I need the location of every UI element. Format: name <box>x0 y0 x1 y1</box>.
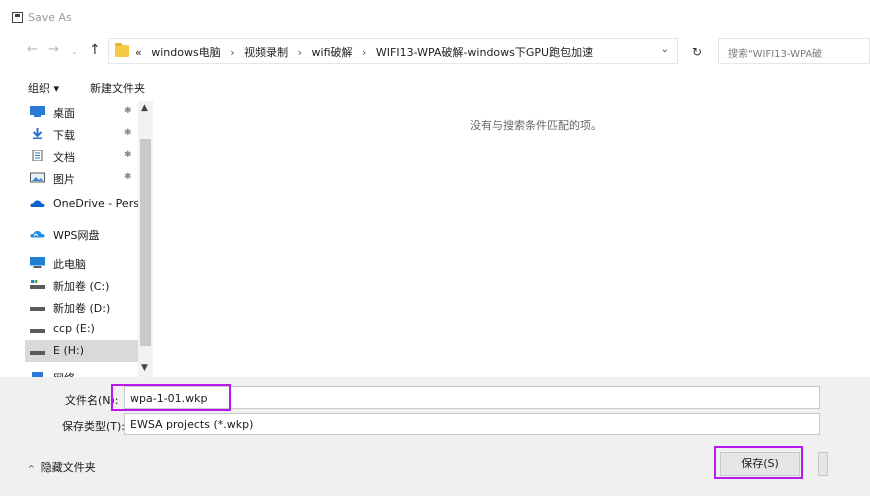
download-icon <box>32 128 43 139</box>
sidebar-item-network[interactable]: 网络 <box>25 366 138 377</box>
hide-folders-toggle[interactable]: ^ 隐藏文件夹 <box>28 459 96 475</box>
recent-locations-icon[interactable]: ⌄ <box>71 44 78 60</box>
command-toolbar: 组织 ▾ 新建文件夹 <box>0 74 870 100</box>
filetype-label: 保存类型(T): <box>62 420 126 433</box>
sidebar-item-wps-cloud[interactable]: WPS网盘 <box>25 223 138 245</box>
sidebar-item-onedrive[interactable]: OneDrive - Pers <box>25 193 139 215</box>
pin-icon: ✱ <box>124 150 132 160</box>
sidebar-item-pictures[interactable]: 图片 ✱ <box>25 167 138 189</box>
sidebar-item-label: 此电脑 <box>53 258 86 271</box>
empty-results-message: 没有与搜索条件匹配的项。 <box>470 119 602 132</box>
organize-menu-button[interactable]: 组织 ▾ <box>28 80 59 96</box>
sidebar-item-drive-c[interactable]: 新加卷 (C:) <box>25 274 138 296</box>
sidebar-item-label: WPS网盘 <box>53 229 100 242</box>
pin-icon: ✱ <box>124 128 132 138</box>
breadcrumb: « windows电脑 › 视频录制 › wifi破解 › WIFI13-WPA… <box>135 44 599 60</box>
sidebar-item-label: 网络 <box>53 370 75 377</box>
cancel-button[interactable] <box>818 452 828 476</box>
picture-icon <box>30 172 45 183</box>
folder-icon <box>115 43 129 57</box>
drive-icon <box>30 307 45 311</box>
sidebar-scrollbar[interactable]: ▲ ▼ <box>138 101 153 377</box>
sidebar-item-label: 新加卷 (D:) <box>53 302 111 315</box>
chevron-down-icon[interactable]: ⌄ <box>661 44 669 55</box>
title-bar: Save As <box>0 0 870 34</box>
breadcrumb-item-current[interactable]: WIFI13-WPA破解-windows下GPU跑包加速 <box>376 46 593 59</box>
navigation-pane: 桌面 ✱ 下载 ✱ 文档 ✱ 图片 ✱ OneDrive - Pers WPS网… <box>25 101 153 377</box>
scroll-thumb[interactable] <box>140 139 151 346</box>
navigation-bar: ← → ⌄ ↑ « windows电脑 › 视频录制 › wifi破解 › WI… <box>0 36 870 66</box>
up-arrow-icon[interactable]: ↑ <box>89 42 101 58</box>
breadcrumb-item[interactable]: 视频录制 <box>244 46 288 59</box>
drive-icon <box>30 280 45 289</box>
sidebar-item-drive-e[interactable]: ccp (E:) <box>25 318 138 340</box>
save-dialog-icon <box>12 12 23 23</box>
sidebar-item-label: 下载 <box>53 129 75 142</box>
pin-icon: ✱ <box>124 106 132 116</box>
drive-icon <box>30 329 45 333</box>
save-highlight-box <box>714 446 803 479</box>
search-input[interactable]: 搜索"WIFI13-WPA破 <box>718 38 870 64</box>
breadcrumb-separator-icon[interactable]: › <box>362 46 366 59</box>
onedrive-icon <box>30 200 45 207</box>
sidebar-item-label: 桌面 <box>53 107 75 120</box>
drive-icon <box>30 351 45 355</box>
sidebar-item-label: 图片 <box>53 173 75 186</box>
sidebar-item-label: 新加卷 (C:) <box>53 280 110 293</box>
new-folder-button[interactable]: 新建文件夹 <box>90 80 145 96</box>
breadcrumb-item[interactable]: windows电脑 <box>151 46 220 59</box>
desktop-icon <box>30 106 45 117</box>
breadcrumb-item[interactable]: wifi破解 <box>312 46 353 59</box>
sidebar-item-label: ccp (E:) <box>53 322 95 335</box>
wps-cloud-icon <box>30 230 45 238</box>
sidebar-item-documents[interactable]: 文档 ✱ <box>25 145 138 167</box>
window-title: Save As <box>28 11 72 24</box>
sidebar-item-label: E (H:) <box>53 344 85 357</box>
filetype-value: EWSA projects (*.wkp) <box>130 418 254 431</box>
filetype-select[interactable]: EWSA projects (*.wkp) <box>124 413 820 435</box>
document-icon <box>32 150 43 161</box>
scroll-down-arrow-icon[interactable]: ▼ <box>141 363 148 373</box>
filename-highlight-box <box>111 384 231 411</box>
sidebar-item-label: OneDrive - Pers <box>53 197 139 210</box>
address-bar[interactable]: « windows电脑 › 视频录制 › wifi破解 › WIFI13-WPA… <box>108 38 678 64</box>
save-options-panel: 文件名(N): wpa-1-01.wkp 保存类型(T): EWSA proje… <box>0 377 870 496</box>
refresh-icon[interactable]: ↻ <box>684 38 710 64</box>
sidebar-item-desktop[interactable]: 桌面 ✱ <box>25 101 138 123</box>
pin-icon: ✱ <box>124 172 132 182</box>
search-placeholder: 搜索"WIFI13-WPA破 <box>728 49 823 60</box>
sidebar-item-label: 文档 <box>53 151 75 164</box>
sidebar-item-drive-h[interactable]: E (H:) <box>25 340 138 362</box>
hide-folders-label: 隐藏文件夹 <box>40 461 96 474</box>
breadcrumb-separator-icon[interactable]: › <box>298 46 302 59</box>
computer-icon <box>30 257 45 268</box>
breadcrumb-overflow-icon[interactable]: « <box>135 46 142 59</box>
sidebar-item-downloads[interactable]: 下载 ✱ <box>25 123 138 145</box>
sidebar-item-drive-d[interactable]: 新加卷 (D:) <box>25 296 138 318</box>
sidebar-item-this-pc[interactable]: 此电脑 <box>25 252 138 274</box>
scroll-up-arrow-icon[interactable]: ▲ <box>141 103 148 113</box>
forward-arrow-icon[interactable]: → <box>48 42 59 58</box>
breadcrumb-separator-icon[interactable]: › <box>230 46 234 59</box>
file-list[interactable]: 没有与搜索条件匹配的项。 <box>153 101 821 377</box>
back-arrow-icon[interactable]: ← <box>27 42 38 58</box>
chevron-up-icon: ^ <box>28 464 35 473</box>
